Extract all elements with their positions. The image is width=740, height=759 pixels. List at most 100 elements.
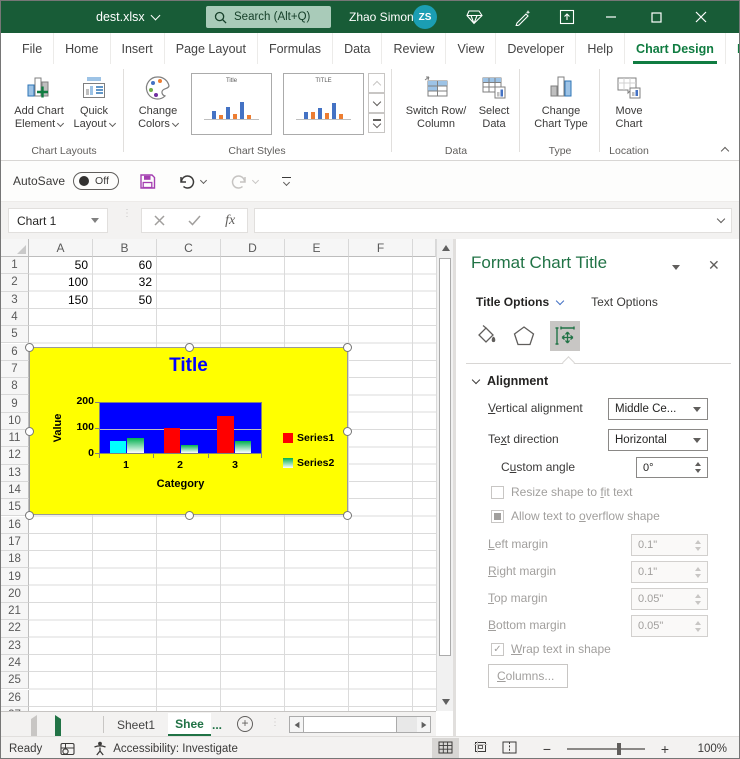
bar-series1-cat2[interactable] bbox=[164, 428, 181, 453]
sheet-tab-sheet1[interactable]: Sheet1 bbox=[105, 713, 167, 736]
text-direction-dropdown[interactable]: Horizontal bbox=[608, 429, 708, 451]
row-header-7[interactable]: 7 bbox=[1, 361, 29, 378]
column-header-B[interactable]: B bbox=[93, 239, 157, 257]
column-header-C[interactable]: C bbox=[157, 239, 221, 257]
row-header-14[interactable]: 14 bbox=[1, 482, 29, 499]
custom-angle-spinner[interactable]: 0° bbox=[636, 457, 708, 478]
chart-title[interactable]: Title bbox=[30, 355, 347, 377]
cell-B3[interactable]: 50 bbox=[93, 292, 157, 309]
scroll-left-button[interactable] bbox=[290, 717, 303, 732]
ribbon-tab-help[interactable]: Help bbox=[575, 33, 624, 64]
next-sheet-button[interactable] bbox=[55, 719, 61, 737]
previous-sheet-button[interactable] bbox=[31, 719, 37, 737]
chart-resize-handle[interactable] bbox=[25, 511, 34, 520]
horizontal-scroll-thumb[interactable] bbox=[303, 717, 397, 732]
undo-button[interactable] bbox=[178, 173, 206, 189]
row-header-3[interactable]: 3 bbox=[1, 292, 29, 309]
change-colors-button[interactable]: ChangeColors bbox=[129, 68, 187, 146]
column-header-partial[interactable] bbox=[413, 239, 436, 257]
chart-x-axis-title[interactable]: Category bbox=[99, 478, 262, 490]
horizontal-scrollbar[interactable] bbox=[289, 716, 431, 733]
move-chart-button[interactable]: MoveChart bbox=[603, 68, 655, 146]
cell-B1[interactable]: 60 bbox=[93, 257, 157, 274]
chart-resize-handle[interactable] bbox=[185, 511, 194, 520]
size-properties-tab-selected[interactable] bbox=[550, 321, 580, 351]
formula-input[interactable] bbox=[254, 208, 732, 233]
ribbon-tab-data[interactable]: Data bbox=[332, 33, 381, 64]
draw-pen-icon[interactable] bbox=[506, 1, 540, 33]
legend-entry-series1[interactable]: Series1 bbox=[283, 432, 334, 444]
name-box-dropdown-icon[interactable] bbox=[91, 218, 99, 223]
ribbon-tab-view[interactable]: View bbox=[445, 33, 495, 64]
ribbon-tab-home[interactable]: Home bbox=[53, 33, 109, 64]
chart-resize-handle[interactable] bbox=[343, 427, 352, 436]
row-header-18[interactable]: 18 bbox=[1, 551, 29, 568]
vertical-alignment-dropdown[interactable]: Middle Ce... bbox=[608, 398, 708, 420]
row-header-10[interactable]: 10 bbox=[1, 413, 29, 430]
row-header-12[interactable]: 12 bbox=[1, 447, 29, 464]
change-chart-type-button[interactable]: ChangeChart Type bbox=[525, 68, 597, 146]
row-header-25[interactable]: 25 bbox=[1, 672, 29, 689]
row-header-17[interactable]: 17 bbox=[1, 534, 29, 551]
ribbon-tab-format[interactable]: Format bbox=[725, 33, 740, 64]
new-sheet-button[interactable]: + bbox=[237, 716, 253, 732]
document-title[interactable]: dest.xlsx bbox=[96, 1, 159, 33]
name-box-resize-dots[interactable]: ⋮ bbox=[122, 212, 132, 216]
zoom-in-button[interactable]: + bbox=[659, 741, 671, 757]
chart-style-thumbnail-2[interactable]: TITLE bbox=[283, 73, 364, 135]
switch-row-column-button[interactable]: Switch Row/Column bbox=[399, 68, 473, 146]
normal-view-button[interactable] bbox=[432, 738, 459, 759]
chart-object[interactable]: Title Value 200 100 0 1 2 3 Category Ser… bbox=[29, 347, 348, 515]
name-box[interactable]: Chart 1 bbox=[8, 208, 108, 233]
macro-record-button[interactable] bbox=[60, 742, 75, 756]
row-header-19[interactable]: 19 bbox=[1, 568, 29, 585]
autosave-toggle[interactable]: Off bbox=[73, 172, 119, 190]
tabstrip-splitter-dots[interactable]: ⋮ bbox=[270, 717, 280, 728]
ribbon-tab-formulas[interactable]: Formulas bbox=[257, 33, 332, 64]
undo-dropdown-caret[interactable] bbox=[200, 176, 207, 183]
page-layout-view-button[interactable] bbox=[473, 740, 488, 757]
tab-text-options[interactable]: Text Options bbox=[591, 295, 658, 309]
chart-resize-handle[interactable] bbox=[25, 343, 34, 352]
chart-resize-handle[interactable] bbox=[343, 511, 352, 520]
enter-icon[interactable] bbox=[188, 215, 201, 226]
row-header-5[interactable]: 5 bbox=[1, 326, 29, 343]
accessibility-checker-button[interactable]: Accessibility: Investigate bbox=[93, 741, 238, 756]
chart-resize-handle[interactable] bbox=[185, 343, 194, 352]
alignment-section-header[interactable]: Alignment bbox=[473, 374, 548, 388]
zoom-slider[interactable] bbox=[567, 748, 645, 750]
cell-A1[interactable]: 50 bbox=[29, 257, 93, 274]
legend-entry-series2[interactable]: Series2 bbox=[283, 457, 334, 469]
spinner-arrows-icon[interactable] bbox=[695, 462, 701, 473]
maximize-button[interactable] bbox=[639, 1, 673, 33]
plot-area[interactable] bbox=[99, 402, 262, 454]
close-button[interactable] bbox=[684, 1, 718, 33]
row-header-26[interactable]: 26 bbox=[1, 690, 29, 707]
row-header-9[interactable]: 9 bbox=[1, 395, 29, 412]
save-button[interactable] bbox=[139, 173, 156, 190]
effects-icon[interactable] bbox=[512, 324, 536, 348]
row-header-24[interactable]: 24 bbox=[1, 655, 29, 672]
row-header-8[interactable]: 8 bbox=[1, 378, 29, 395]
chart-resize-handle[interactable] bbox=[343, 343, 352, 352]
cell-A2[interactable]: 100 bbox=[29, 274, 93, 291]
insert-function-icon[interactable]: fx bbox=[225, 213, 235, 229]
bar-series2-cat3[interactable] bbox=[235, 441, 252, 454]
column-header-A[interactable]: A bbox=[29, 239, 93, 257]
cell-A3[interactable]: 150 bbox=[29, 292, 93, 309]
zoom-level[interactable]: 100% bbox=[693, 743, 727, 755]
row-header-13[interactable]: 13 bbox=[1, 465, 29, 482]
ribbon-tab-developer[interactable]: Developer bbox=[495, 33, 575, 64]
vertical-scroll-thumb[interactable] bbox=[439, 258, 451, 656]
row-header-1[interactable]: 1 bbox=[1, 257, 29, 274]
select-all-corner[interactable] bbox=[1, 239, 29, 257]
add-chart-element-button[interactable]: Add ChartElement bbox=[9, 68, 69, 146]
resize-shape-checkbox-row[interactable]: Resize shape to fit text bbox=[491, 485, 632, 499]
row-header-21[interactable]: 21 bbox=[1, 603, 29, 620]
gallery-scroll-up-button[interactable] bbox=[368, 73, 385, 93]
page-break-preview-button[interactable] bbox=[502, 741, 517, 757]
column-header-F[interactable]: F bbox=[349, 239, 413, 257]
column-header-D[interactable]: D bbox=[221, 239, 285, 257]
fill-line-icon[interactable] bbox=[474, 324, 498, 348]
ribbon-display-options-icon[interactable] bbox=[550, 1, 584, 33]
